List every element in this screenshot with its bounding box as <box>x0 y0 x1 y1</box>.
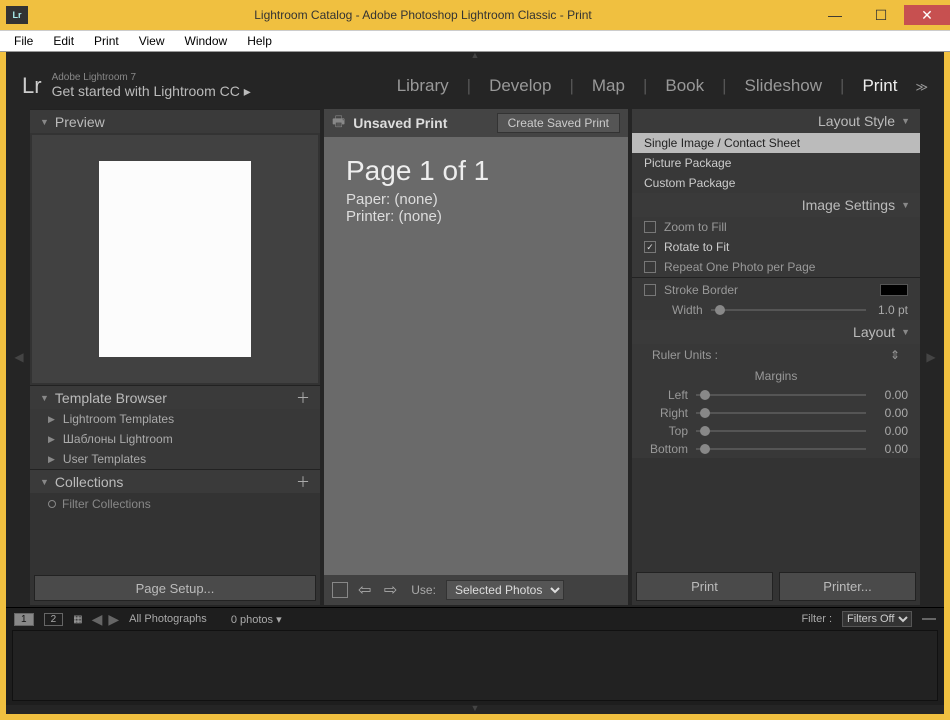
zoom-to-fill-checkbox[interactable] <box>644 221 656 233</box>
use-select[interactable]: Selected Photos <box>446 580 564 600</box>
use-label: Use: <box>411 583 436 597</box>
identity-link[interactable]: Get started with Lightroom CC ▸ <box>52 83 251 100</box>
margin-left-slider[interactable] <box>696 394 866 396</box>
maximize-button[interactable]: ☐ <box>858 5 904 25</box>
repeat-photo-checkbox[interactable] <box>644 261 656 273</box>
menu-edit[interactable]: Edit <box>43 32 84 50</box>
menu-window[interactable]: Window <box>175 32 238 50</box>
app-icon: Lr <box>6 6 28 24</box>
stroke-width-slider[interactable] <box>711 309 866 311</box>
center-panel: 🖶 Unsaved Print Create Saved Print Page … <box>324 109 628 605</box>
stroke-border-checkbox[interactable] <box>644 284 656 296</box>
add-collection-icon[interactable]: ＋ <box>296 472 310 492</box>
filter-collections-input[interactable]: Filter Collections <box>30 493 320 515</box>
preview-area <box>32 135 318 383</box>
ruler-units-select[interactable]: Ruler Units :⇕ <box>632 344 920 366</box>
filter-lock-icon[interactable] <box>922 618 936 620</box>
print-button[interactable]: Print <box>636 572 773 601</box>
page-setup-button[interactable]: Page Setup... <box>34 575 316 601</box>
reveal-left-panel[interactable]: ◀ <box>12 109 26 605</box>
minimize-button[interactable]: — <box>812 5 858 25</box>
reveal-right-panel[interactable]: ▶ <box>924 109 938 605</box>
menu-help[interactable]: Help <box>237 32 282 50</box>
template-folder[interactable]: ▶User Templates <box>30 449 320 469</box>
preview-label: Preview <box>55 114 105 130</box>
identity-version: Adobe Lightroom 7 <box>52 72 251 83</box>
second-display-button[interactable]: 2 <box>44 613 64 626</box>
margin-top-slider[interactable] <box>696 430 866 432</box>
filmstrip: 1 2 ▦ ◀ ▶ All Photographs 0 photos ▾ Filt… <box>6 607 944 705</box>
style-custom-package[interactable]: Custom Package <box>632 173 920 193</box>
module-develop[interactable]: Develop <box>483 76 557 96</box>
style-single-image[interactable]: Single Image / Contact Sheet <box>632 133 920 153</box>
style-picture-package[interactable]: Picture Package <box>632 153 920 173</box>
reveal-bottom-panel[interactable]: ▼ <box>6 705 944 714</box>
template-folder[interactable]: ▶Lightroom Templates <box>30 409 320 429</box>
image-settings-header[interactable]: Image Settings▼ <box>632 193 920 217</box>
filmstrip-source[interactable]: All Photographs <box>129 613 207 625</box>
margin-right-slider[interactable] <box>696 412 866 414</box>
stroke-color-swatch[interactable] <box>880 284 908 296</box>
layout-header[interactable]: Layout▼ <box>632 320 920 344</box>
module-print[interactable]: Print <box>856 76 903 96</box>
printer-indicator: Printer: (none) <box>346 208 606 225</box>
add-template-icon[interactable]: ＋ <box>296 388 310 408</box>
prev-page-button[interactable]: ⇦ <box>358 582 375 599</box>
filter-select[interactable]: Filters Off <box>842 611 912 627</box>
rotate-to-fit-checkbox[interactable]: ✓ <box>644 241 656 253</box>
module-slideshow[interactable]: Slideshow <box>739 76 829 96</box>
preview-header[interactable]: ▼Preview <box>30 109 320 133</box>
margins-label: Margins <box>632 366 920 386</box>
collections-header[interactable]: ▼Collections＋ <box>30 469 320 493</box>
margin-bottom-slider[interactable] <box>696 448 866 450</box>
close-button[interactable]: ✕ <box>904 5 950 25</box>
module-library[interactable]: Library <box>391 76 455 96</box>
create-saved-print-button[interactable]: Create Saved Print <box>497 113 620 133</box>
lr-logo: Lr <box>22 73 42 99</box>
search-icon <box>48 500 56 508</box>
preview-page <box>99 161 251 357</box>
menu-file[interactable]: File <box>4 32 43 50</box>
template-folder[interactable]: ▶Шаблоны Lightroom <box>30 429 320 449</box>
grid-view-icon[interactable]: ▦ <box>73 614 81 625</box>
page-indicator: Page 1 of 1 <box>346 155 606 187</box>
filter-label: Filter : <box>801 613 832 625</box>
paper-indicator: Paper: (none) <box>346 191 606 208</box>
reveal-top-panel[interactable]: ▲ <box>6 52 944 61</box>
next-page-button[interactable]: ⇨ <box>384 582 401 599</box>
module-overflow-icon[interactable]: ≫ <box>915 80 928 94</box>
nav-forward-button[interactable]: ▶ <box>108 611 119 628</box>
print-icon: 🖶 <box>332 111 345 135</box>
menu-print[interactable]: Print <box>84 32 129 50</box>
left-panel: ▼Preview ▼Template Browser＋ ▶Lightroom T… <box>30 109 320 605</box>
identity-header: Lr Adobe Lightroom 7 Get started with Li… <box>6 61 944 107</box>
filmstrip-count[interactable]: 0 photos ▾ <box>231 613 282 626</box>
window-title: Lightroom Catalog - Adobe Photoshop Ligh… <box>34 8 812 22</box>
titlebar: Lr Lightroom Catalog - Adobe Photoshop L… <box>0 0 950 30</box>
template-browser-header[interactable]: ▼Template Browser＋ <box>30 385 320 409</box>
center-title: Unsaved Print <box>353 115 447 131</box>
right-panel: Layout Style▼ Single Image / Contact She… <box>632 109 920 605</box>
select-all-checkbox[interactable] <box>332 582 348 598</box>
printer-button[interactable]: Printer... <box>779 572 916 601</box>
main-display-button[interactable]: 1 <box>14 613 34 626</box>
menu-view[interactable]: View <box>129 32 175 50</box>
module-map[interactable]: Map <box>586 76 631 96</box>
filmstrip-body[interactable] <box>12 630 938 701</box>
menubar: File Edit Print View Window Help <box>0 30 950 52</box>
layout-style-header[interactable]: Layout Style▼ <box>632 109 920 133</box>
nav-back-button[interactable]: ◀ <box>92 611 103 628</box>
module-picker: Library| Develop| Map| Book| Slideshow| … <box>391 76 928 96</box>
module-book[interactable]: Book <box>659 76 710 96</box>
